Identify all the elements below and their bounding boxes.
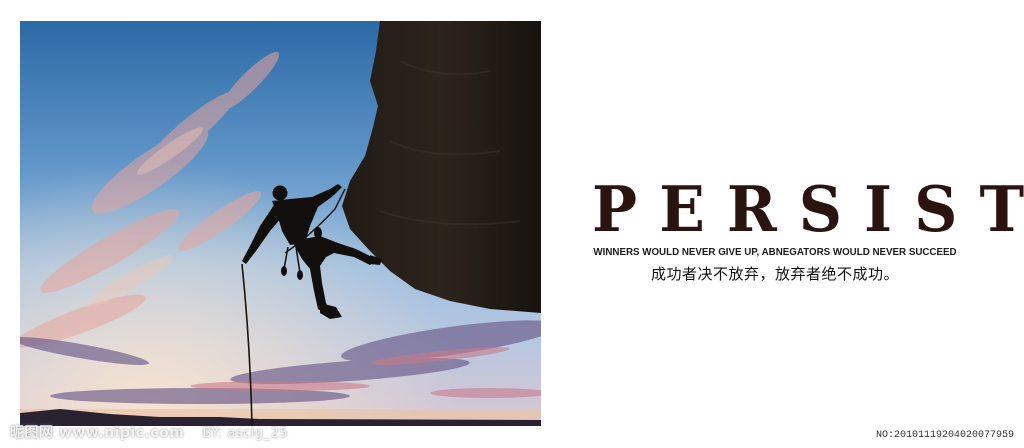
climber-photo — [20, 21, 541, 426]
motto-block: PERSIST WINNERS WOULD NEVER GIVE UP, ABN… — [570, 173, 1024, 284]
serial-number: NO:20101119204020077959 — [875, 430, 1014, 441]
english-slogan: WINNERS WOULD NEVER GIVE UP, ABNEGATORS … — [593, 246, 957, 258]
headline: PERSIST — [592, 173, 1024, 247]
chinese-slogan: 成功者决不放弃，放弃者绝不成功。 — [650, 265, 899, 283]
watermark-site: 昵图网 www.nipic.com — [10, 425, 185, 441]
site-watermark: 昵图网 www.nipic.com BY: ascig_25 — [10, 422, 288, 442]
watermark-author: BY: ascig_25 — [202, 426, 289, 441]
